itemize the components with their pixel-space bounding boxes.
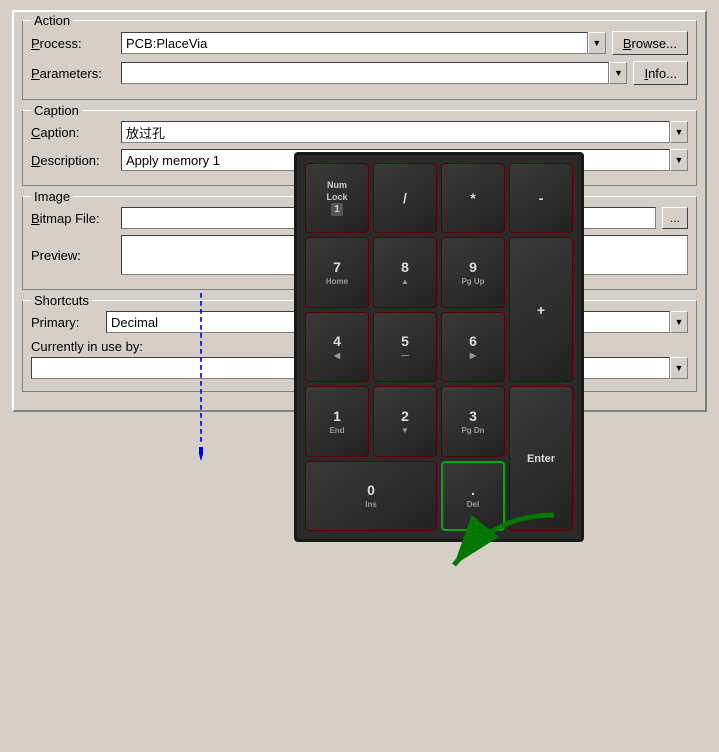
process-label: Process: [31,36,121,51]
numkey-dot[interactable]: . Del [441,461,505,531]
image-group-label: Image [31,189,73,204]
caption-select-wrapper: 放过孔 ▼ [121,121,688,143]
primary-label: Primary: [31,315,106,330]
numkey-minus[interactable]: - [509,163,573,233]
parameters-input[interactable] [121,62,609,84]
numkey-plus[interactable]: + [509,237,573,382]
parameters-label: Parameters: [31,66,121,81]
numkey-6[interactable]: 6 ▶ [441,312,505,382]
alternative-dropdown-btn[interactable]: ▼ [670,311,688,333]
bitmap-label: Bitmap File: [31,211,121,226]
process-input[interactable]: PCB:PlaceVia [121,32,588,54]
numpad-overlay: NumLock1 / * - 7 Home 8 ▲ 9 Pg Up + 4 [294,152,584,542]
numkey-numlock[interactable]: NumLock1 [305,163,369,233]
description-dropdown-btn[interactable]: ▼ [670,149,688,171]
caption-group-label: Caption [31,103,82,118]
numkey-9[interactable]: 9 Pg Up [441,237,505,307]
info-button[interactable]: Info... [633,61,688,85]
action-group-label: Action [31,13,73,28]
primary-input[interactable] [106,311,302,333]
numkey-1[interactable]: 1 End [305,386,369,456]
bitmap-browse-button[interactable]: ... [662,207,688,229]
primary-select-wrapper: ▼ [106,311,320,333]
numkey-3[interactable]: 3 Pg Dn [441,386,505,456]
numkey-0[interactable]: 0 Ins [305,461,437,531]
shortcuts-group-label: Shortcuts [31,293,92,308]
numkey-asterisk[interactable]: * [441,163,505,233]
numkey-7[interactable]: 7 Home [305,237,369,307]
in-use-dropdown-2[interactable]: ▼ [670,357,688,379]
preview-label: Preview: [31,248,121,263]
parameters-select-wrapper: ▼ [121,62,627,84]
process-dropdown-btn[interactable]: ▼ [588,32,606,54]
numkey-slash[interactable]: / [373,163,437,233]
caption-label: Caption: [31,125,121,140]
caption-input[interactable]: 放过孔 [121,121,670,143]
numkey-5[interactable]: 5 — [373,312,437,382]
process-select-wrapper: PCB:PlaceVia ▼ [121,32,606,54]
caption-dropdown-btn[interactable]: ▼ [670,121,688,143]
browse-button[interactable]: Browse... [612,31,688,55]
numkey-8[interactable]: 8 ▲ [373,237,437,307]
parameters-dropdown-btn[interactable]: ▼ [609,62,627,84]
action-group: Action Process: PCB:PlaceVia ▼ Browse...… [22,20,697,100]
in-use-input-1[interactable] [31,357,332,379]
numkey-2[interactable]: 2 ▼ [373,386,437,456]
numkey-4[interactable]: 4 ◀ [305,312,369,382]
numkey-enter[interactable]: Enter [509,386,573,531]
dialog: Action Process: PCB:PlaceVia ▼ Browse...… [12,10,707,412]
description-label: Description: [31,153,121,168]
